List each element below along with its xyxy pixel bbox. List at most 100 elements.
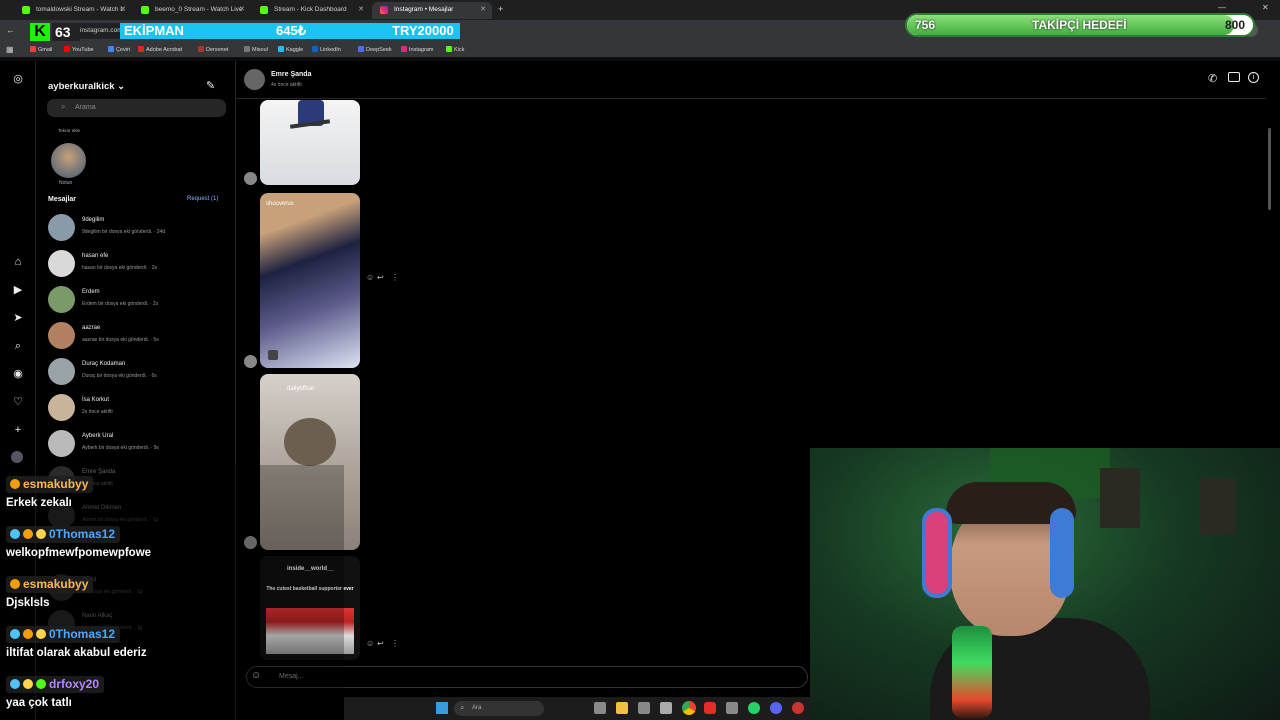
badge-icon <box>23 629 33 639</box>
close-tab-icon[interactable]: ✕ <box>239 5 245 13</box>
more-options-icon[interactable]: ⋮ <box>391 639 399 648</box>
conversation-item[interactable]: Erdem Erdem bir dosya eki gönderdi. · 2s <box>48 286 228 316</box>
reply-icon[interactable]: ↩ <box>377 639 384 648</box>
taskbar-app-icon[interactable] <box>792 702 804 714</box>
bookmark-kick[interactable]: Kick <box>446 46 464 53</box>
badge-icon <box>36 629 46 639</box>
discord-icon[interactable] <box>770 702 782 714</box>
avatar <box>48 358 75 385</box>
whatsapp-icon[interactable] <box>748 702 760 714</box>
window-close-icon[interactable]: ✕ <box>1262 3 1269 12</box>
kick-favicon-icon <box>22 6 30 14</box>
conversation-item[interactable]: hasan efe hasan bir dosya eki gönderdi. ·… <box>48 250 228 280</box>
search-input[interactable]: Arama <box>47 99 226 117</box>
messages-icon[interactable]: ➤ <box>11 311 25 325</box>
info-icon[interactable]: i <box>1248 72 1259 83</box>
home-icon[interactable]: ⌂ <box>11 255 25 269</box>
note-avatar[interactable] <box>51 143 86 178</box>
bookmark-instagram[interactable]: Instagram <box>401 46 433 53</box>
file-explorer-icon[interactable] <box>616 702 628 714</box>
reply-icon[interactable]: ↩ <box>377 273 384 282</box>
new-tab-icon[interactable]: + <box>498 4 503 14</box>
back-icon[interactable]: ← <box>6 25 15 35</box>
search-icon: ⌕ <box>61 102 66 111</box>
notifications-heart-icon[interactable]: ♡ <box>11 395 25 409</box>
conversation-item[interactable]: Ayberk Ural Ayberk bir dosya eki gönderdi… <box>48 430 228 460</box>
phone-call-icon[interactable]: ✆ <box>1208 72 1217 85</box>
minimize-icon[interactable]: — <box>1218 3 1226 12</box>
avatar <box>48 214 75 241</box>
new-message-icon[interactable]: ✎ <box>206 79 215 92</box>
bookmark-kaggle[interactable]: Kaggle <box>278 46 303 53</box>
explore-icon[interactable]: ◉ <box>11 367 25 381</box>
reels-icon[interactable]: ▶ <box>11 283 25 297</box>
bookmark-dersonet[interactable]: Dersonet <box>198 46 228 53</box>
post-image-object <box>284 418 336 466</box>
bookmark-deepseek[interactable]: DeepSeek <box>358 46 392 53</box>
account-switcher[interactable]: ayberkuralkick ⌄ <box>48 81 125 92</box>
video-call-icon[interactable] <box>1228 72 1240 82</box>
follower-goal-bar: 756 TAKİPÇİ HEDEFİ 800 <box>905 13 1255 37</box>
close-tab-icon[interactable]: ✕ <box>120 5 126 13</box>
react-emoji-icon[interactable]: ☺ <box>366 639 374 648</box>
chat-username: esmakubyy <box>6 576 94 593</box>
windows-start-icon[interactable] <box>436 702 448 714</box>
chat-contact-name[interactable]: Emre Şanda <box>271 71 311 78</box>
chat-scrollbar[interactable] <box>1268 128 1271 210</box>
badge-icon <box>23 529 33 539</box>
chat-header: Emre Şanda 4s önce aktifti ✆ i <box>236 61 1266 99</box>
more-options-icon[interactable]: ⋮ <box>391 273 399 282</box>
close-tab-icon[interactable]: ✕ <box>480 5 486 13</box>
avatar <box>48 250 75 277</box>
ticker-bar: EKİPMAN 645₺ TRY20000 <box>120 23 460 39</box>
wall-poster <box>1200 478 1236 534</box>
shared-post-media[interactable]: shooverus <box>260 193 360 368</box>
goal-target: 800 <box>1224 18 1245 32</box>
avatar <box>48 430 75 457</box>
apps-grid-icon[interactable]: ▦ <box>6 45 15 54</box>
taskbar-app-icon[interactable] <box>726 702 738 714</box>
instagram-favicon-icon <box>380 6 388 14</box>
browser-tab-1[interactable]: tomaldowski Stream - Watch L ✕ <box>14 2 132 19</box>
bookmark-gmail[interactable]: Gmail <box>30 46 52 53</box>
bookmark-misoul[interactable]: Misoul <box>244 46 268 53</box>
chat-message: iltifat olarak akabul ederiz <box>6 647 147 659</box>
instagram-logo-icon[interactable]: ◎ <box>11 72 25 86</box>
viewer-count: 63 <box>52 23 80 41</box>
bookmarks-bar: ▦ Gmail YouTube Çeviri Adobe Acrobat Der… <box>0 42 1280 58</box>
bookmark-linkedin[interactable]: LinkedIn <box>312 46 341 53</box>
taskbar-app-icon[interactable] <box>638 702 650 714</box>
chat-message: yaa çok tatlı <box>6 697 72 709</box>
youtube-icon[interactable] <box>704 702 716 714</box>
windows-taskbar: Ara ⌕ <box>344 697 810 720</box>
conversation-item[interactable]: İsa Korkut 2s önce aktifti <box>48 394 228 424</box>
close-tab-icon[interactable]: ✕ <box>358 5 364 13</box>
browser-tab-4[interactable]: Instagram • Mesajlar ✕ <box>372 2 492 19</box>
conversation-item[interactable]: aazrae aazrae bir dosya eki gönderdi. · 5… <box>48 322 228 352</box>
bookmark-acrobat[interactable]: Adobe Acrobat <box>138 46 182 53</box>
headphone-right <box>1050 508 1074 598</box>
profile-avatar-icon[interactable] <box>11 451 23 463</box>
taskbar-app-icon[interactable] <box>594 702 606 714</box>
bookmark-youtube[interactable]: YouTube <box>64 46 94 53</box>
avatar <box>48 322 75 349</box>
ticker-code: TRY20000 <box>392 23 454 38</box>
taskbar-app-icon[interactable] <box>660 702 672 714</box>
conversation-item[interactable]: 9degilim 9degilim bir dosya eki gönderdi.… <box>48 214 228 244</box>
create-icon[interactable]: + <box>11 423 25 437</box>
chat-contact-status: 4s önce aktifti <box>271 82 302 88</box>
conversation-item[interactable]: Duraç Kodaman Duraç bir dosya eki gönderd… <box>48 358 228 388</box>
search-icon[interactable]: ⌕ <box>11 339 25 353</box>
requests-link[interactable]: Request (1) <box>187 196 218 202</box>
react-emoji-icon[interactable]: ☺ <box>366 273 374 282</box>
shared-post-media[interactable] <box>260 100 360 185</box>
chrome-icon[interactable] <box>682 701 696 715</box>
taskbar-search[interactable]: Ara <box>454 701 544 716</box>
browser-tab-2[interactable]: beemo_0 Stream - Watch Live ✕ <box>133 2 251 19</box>
badge-icon <box>23 679 33 689</box>
headphone-left <box>922 508 952 598</box>
reel-icon <box>268 350 278 360</box>
browser-tab-3[interactable]: Stream - Kick Dashboard ✕ <box>252 2 370 19</box>
bookmark-ceviri[interactable]: Çeviri <box>108 46 130 53</box>
chat-avatar[interactable] <box>244 69 265 90</box>
